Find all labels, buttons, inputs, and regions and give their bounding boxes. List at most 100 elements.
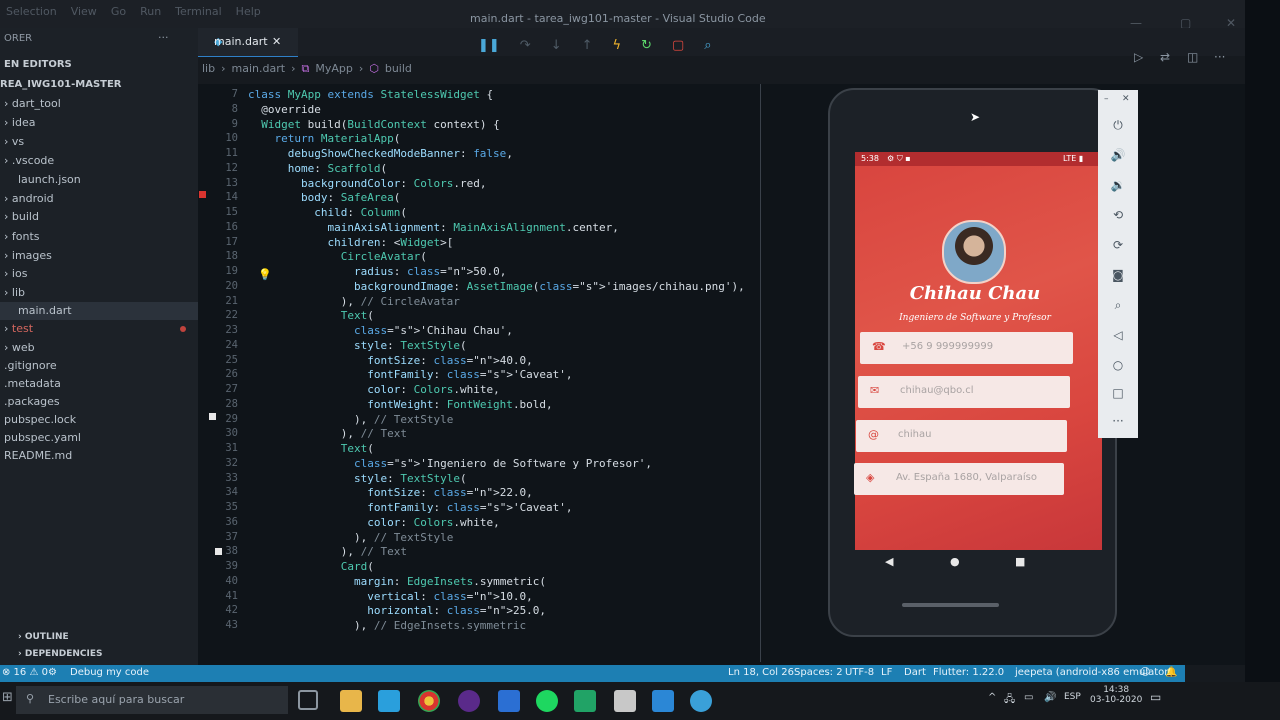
spotify-icon[interactable] [536,690,558,712]
code-line[interactable]: fontSize: class="n">22.0, [248,486,533,501]
volume-down-icon[interactable]: 🔉 [1098,178,1138,192]
code-line[interactable]: ), // EdgeInsets.symmetric [248,619,526,634]
step-into-icon[interactable]: ↓ [551,38,562,53]
zoom-icon[interactable]: ⌕ [1098,298,1138,313]
dependencies-section[interactable]: › DEPENDENCIES [18,649,102,659]
breadcrumb-build[interactable]: build [385,62,412,76]
code-line[interactable]: radius: class="n">50.0, [248,265,506,280]
tree-item[interactable]: › dart_tool [0,95,61,113]
code-line[interactable]: style: TextStyle( [248,339,467,354]
code-line[interactable]: child: Column( [248,206,407,221]
code-line[interactable]: body: SafeArea( [248,191,400,206]
code-line[interactable]: class="s">'Chihau Chau', [248,324,513,339]
card-username[interactable]: @ chihau [856,420,1067,452]
tree-item[interactable]: › web [0,339,35,357]
start-icon[interactable]: ⊞ [2,690,13,705]
tree-item[interactable]: launch.json [0,171,81,189]
debug-config[interactable]: Debug my code [70,667,149,678]
back-button-icon[interactable]: ◁ [1098,328,1138,342]
code-line[interactable]: home: Scaffold( [248,162,387,177]
tree-item[interactable]: › build [0,208,39,226]
menu-item-selection[interactable]: Selection [6,5,57,18]
indentation[interactable]: Spaces: 2 [794,667,843,678]
more-actions-icon[interactable]: ··· [158,31,169,44]
tree-item[interactable]: pubspec.yaml [0,429,81,447]
feedback-icon[interactable]: ☺ [1140,667,1150,678]
code-line[interactable]: ), // TextStyle [248,531,453,546]
breakpoint-icon[interactable] [199,191,206,198]
code-line[interactable]: ), // CircleAvatar [248,295,460,310]
recents-icon[interactable]: ■ [1015,555,1025,568]
network-icon[interactable]: 🖧 [1004,692,1015,709]
code-line[interactable]: Card( [248,560,374,575]
code-line[interactable]: debugShowCheckedModeBanner: false, [248,147,513,162]
app-icon[interactable] [458,690,480,712]
code-line[interactable]: ), // Text [248,427,407,442]
volume-icon[interactable]: 🔊 [1044,692,1056,703]
step-over-icon[interactable]: ↷ [520,38,531,53]
code-line[interactable]: return MaterialApp( [248,132,401,147]
code-line[interactable]: fontFamily: class="s">'Caveat', [248,501,572,516]
menu-item-help[interactable]: Help [236,5,261,18]
code-line[interactable]: @override [248,103,321,118]
code-line[interactable]: mainAxisAlignment: MainAxisAlignment.cen… [248,221,618,236]
code-line[interactable]: horizontal: class="n">25.0, [248,604,546,619]
tree-item[interactable]: › lib [0,284,25,302]
task-view-icon[interactable] [298,690,318,710]
card-address[interactable]: ◈ Av. España 1680, Valparaíso [854,463,1064,495]
flutter-version[interactable]: Flutter: 1.22.0 [933,667,1004,678]
vscode-taskbar-icon[interactable] [652,690,674,712]
code-line[interactable]: ), // Text [248,545,407,560]
code-line[interactable]: ), // TextStyle [248,413,453,428]
tree-item[interactable]: › test [0,320,186,338]
code-line[interactable]: Text( [248,442,374,457]
more-editor-actions-icon[interactable]: ··· [1214,50,1225,64]
camera-icon[interactable]: ◙ [1098,268,1138,282]
word-icon[interactable] [498,690,520,712]
panel-minimize-icon[interactable]: – [1104,94,1109,104]
taskbar-search[interactable]: ⚲ Escribe aquí para buscar [16,686,288,714]
outline-section[interactable]: › OUTLINE [18,632,69,642]
store-icon[interactable] [378,690,400,712]
hot-reload-icon[interactable]: ϟ [613,38,622,53]
card-phone[interactable]: ☎ +56 9 999999999 [860,332,1073,364]
tree-item[interactable]: › idea [0,114,35,132]
breadcrumb-lib[interactable]: lib [202,62,215,76]
breadcrumb-main-dart[interactable]: main.dart [232,62,286,76]
rotate-right-icon[interactable]: ⟳ [1098,238,1138,252]
chrome-icon[interactable] [418,690,440,712]
lightbulb-icon[interactable]: 💡 [258,268,272,281]
input-language[interactable]: ESP [1064,692,1081,702]
tab-close-icon[interactable]: ✕ [272,35,281,48]
code-line[interactable]: backgroundImage: AssetImage(class="s">'i… [248,280,745,295]
tree-item[interactable]: main.dart [0,302,198,320]
home-icon[interactable]: ● [950,555,960,568]
breadcrumb-myapp[interactable]: MyApp [315,62,353,76]
tree-item[interactable]: › android [0,190,54,208]
code-line[interactable]: fontSize: class="n">40.0, [248,354,533,369]
battery-icon[interactable]: ▭ [1024,692,1033,703]
card-email[interactable]: ✉ chihau@qbo.cl [858,376,1070,408]
action-center-icon[interactable]: ▭ [1150,690,1161,704]
tree-item[interactable]: › ios [0,265,27,283]
tree-item[interactable]: .gitignore [0,357,57,375]
tree-item[interactable]: .metadata [0,375,61,393]
tree-item[interactable]: .packages [0,393,60,411]
more-options-icon[interactable]: ··· [1098,414,1138,428]
end-of-line[interactable]: LF [881,667,892,678]
code-line[interactable]: class="s">'Ingeniero de Software y Profe… [248,457,652,472]
split-editor-icon[interactable]: ◫ [1187,50,1198,64]
encoding[interactable]: UTF-8 [845,667,874,678]
power-icon[interactable]: ⏻ [1098,118,1138,133]
tree-item[interactable]: README.md [0,447,72,465]
code-line[interactable]: CircleAvatar( [248,250,427,265]
restart-icon[interactable]: ↻ [641,38,652,53]
code-line[interactable]: children: <Widget>[ [248,236,453,251]
menu-item-terminal[interactable]: Terminal [175,5,222,18]
code-line[interactable]: Text( [248,309,374,324]
code-line[interactable]: fontWeight: FontWeight.bold, [248,398,552,413]
taskbar-clock[interactable]: 14:38 03-10-2020 [1090,685,1142,705]
open-editors-section[interactable]: EN EDITORS [4,59,72,70]
cursor-position[interactable]: Ln 18, Col 26 [728,667,794,678]
tray-chevron-icon[interactable]: ^ [988,692,996,703]
